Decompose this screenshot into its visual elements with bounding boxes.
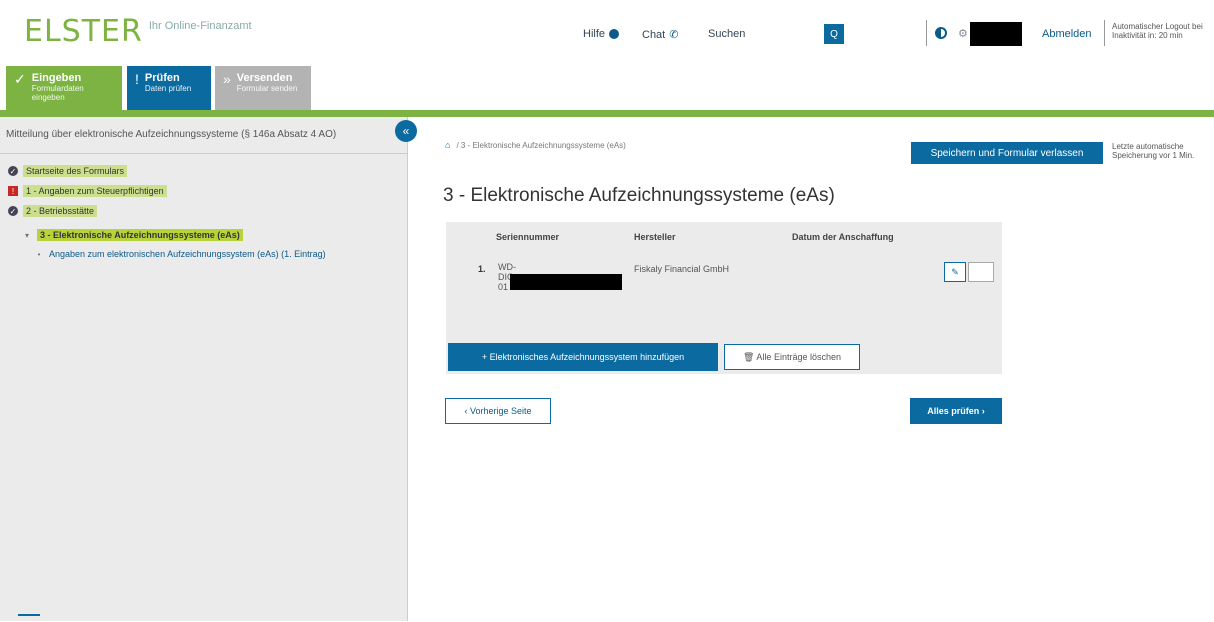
sidebar-item-eas[interactable]: ▾ 3 - Elektronische Aufzeichnungssysteme… — [22, 229, 243, 241]
sidebar-item-label: Angaben zum elektronischen Aufzeichnungs… — [49, 249, 326, 259]
elster-logo[interactable]: ELSTER Ihr Online-Finanzamt — [24, 14, 252, 49]
chat-label: Chat — [642, 28, 666, 41]
contrast-toggle-icon[interactable] — [935, 27, 947, 39]
form-title: Mitteilung über elektronische Aufzeichnu… — [6, 129, 337, 140]
step-enter[interactable]: ✓ Eingeben Formulardaten eingeben — [6, 66, 122, 110]
step-label: Eingeben — [31, 72, 82, 84]
logo-text: ELSTER — [24, 14, 143, 49]
help-icon — [609, 29, 620, 39]
save-and-exit-button[interactable]: Speichern und Formular verlassen — [911, 142, 1103, 164]
delete-entry-button[interactable] — [968, 262, 994, 282]
step-sublabel: Daten prüfen — [144, 84, 192, 93]
sidebar-divider — [0, 153, 408, 154]
step-label: Versenden — [236, 72, 293, 84]
send-icon: » — [223, 71, 231, 87]
search-field[interactable]: Suchen — [708, 28, 745, 40]
home-icon[interactable]: ⌂ — [445, 140, 450, 150]
header: ELSTER Ihr Online-Finanzamt Hilfe Chat ✆… — [0, 0, 1214, 62]
bullet-icon: • — [37, 249, 41, 259]
redacted-serial — [510, 274, 622, 290]
logo-subtitle: Ihr Online-Finanzamt — [148, 20, 252, 32]
eas-table-panel: Seriennummer Hersteller Datum der Anscha… — [446, 222, 1002, 374]
sidebar-item-label: Startseite des Formulars — [23, 165, 128, 177]
auto-logout-info: Automatischer Logout bei Inaktivität in:… — [1112, 22, 1203, 40]
serial-part: WD- — [498, 262, 516, 272]
header-divider — [926, 20, 927, 46]
error-icon: ! — [8, 186, 18, 196]
search-label: Suchen — [708, 28, 746, 40]
form-navigation-sidebar: Mitteilung über elektronische Aufzeichnu… — [0, 117, 408, 621]
manufacturer: Fiskaly Financial GmbH — [634, 264, 730, 274]
sidebar-item-taxpayer[interactable]: ! 1 - Angaben zum Steuerpflichtigen — [8, 185, 167, 197]
breadcrumb: ⌂ / 3 - Elektronische Aufzeichnungssyste… — [445, 140, 626, 150]
help-link[interactable]: Hilfe — [583, 28, 620, 40]
search-button[interactable]: Q — [824, 24, 844, 44]
page-title: 3 - Elektronische Aufzeichnungssysteme (… — [443, 185, 835, 206]
sidebar-item-premises[interactable]: ✓ 2 - Betriebsstätte — [8, 205, 98, 217]
user-icon: ⚙ — [958, 28, 968, 40]
autosave-info: Letzte automatische Speicherung vor 1 Mi… — [1112, 142, 1195, 160]
complete-icon: ✓ — [8, 166, 18, 176]
alert-icon: ! — [135, 71, 139, 87]
delete-all-button[interactable]: 🗑 Alle Einträge löschen — [724, 344, 860, 370]
chat-link[interactable]: Chat ✆ — [642, 28, 679, 42]
redacted-username — [970, 22, 1022, 46]
header-divider-2 — [1104, 20, 1105, 46]
step-label: Prüfen — [144, 72, 180, 84]
green-divider — [0, 110, 1214, 117]
column-header-purchase-date: Datum der Anschaffung — [792, 232, 894, 242]
edit-entry-button[interactable]: ✎ — [944, 262, 966, 282]
step-sublabel: Formulardaten eingeben — [31, 84, 84, 102]
step-sublabel: Formular senden — [236, 84, 298, 93]
add-eas-button[interactable]: + Elektronisches Aufzeichnungssystem hin… — [448, 343, 718, 371]
column-header-serial: Seriennummer — [496, 232, 560, 242]
sidebar-item-start[interactable]: ✓ Startseite des Formulars — [8, 165, 128, 177]
logout-link[interactable]: Abmelden — [1042, 28, 1092, 40]
help-label: Hilfe — [583, 28, 606, 40]
sidebar-item-label: 1 - Angaben zum Steuerpflichtigen — [23, 185, 167, 197]
column-header-manufacturer: Hersteller — [634, 232, 676, 242]
sidebar-item-label: 2 - Betriebsstätte — [23, 205, 98, 217]
check-all-button[interactable]: Alles prüfen › — [910, 398, 1002, 424]
chevron-down-icon: ▾ — [24, 230, 29, 240]
breadcrumb-current: / 3 - Elektronische Aufzeichnungssysteme… — [456, 140, 626, 150]
row-number: 1. — [478, 264, 486, 274]
step-check[interactable]: ! Prüfen Daten prüfen — [127, 66, 211, 110]
collapse-sidebar-button[interactable]: « — [395, 120, 417, 142]
chat-icon: ✆ — [669, 29, 679, 41]
sidebar-item-eas-entry-1[interactable]: • Angaben zum elektronischen Aufzeichnun… — [34, 249, 326, 259]
sidebar-item-label: 3 - Elektronische Aufzeichnungssysteme (… — [37, 229, 243, 241]
complete-icon: ✓ — [8, 206, 18, 216]
step-send: » Versenden Formular senden — [215, 66, 311, 110]
check-icon: ✓ — [14, 71, 26, 87]
previous-page-button[interactable]: ‹ Vorherige Seite — [445, 398, 551, 424]
